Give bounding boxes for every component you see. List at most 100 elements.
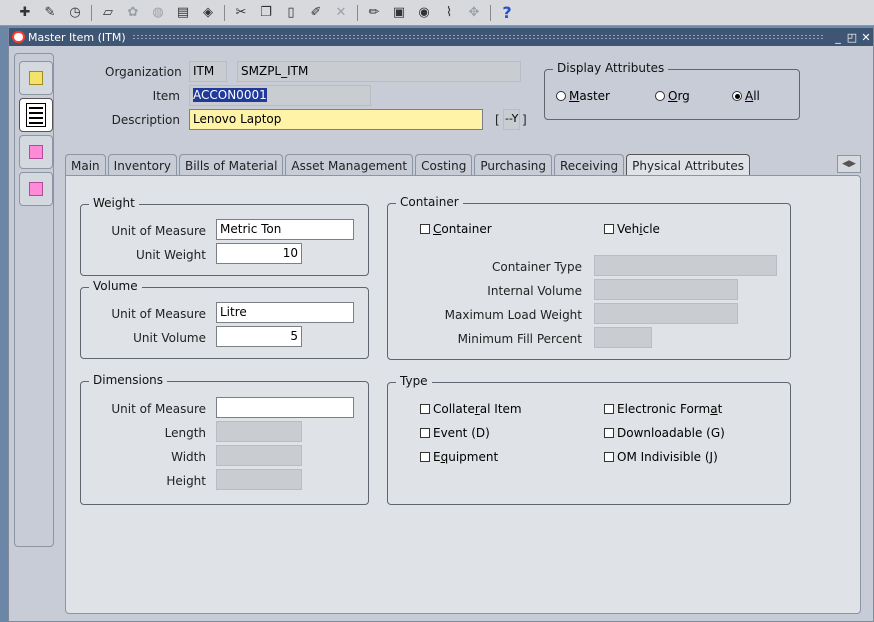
translations-icon[interactable]: ◉ (413, 3, 435, 23)
organization-name-field[interactable]: SMZPL_ITM (237, 61, 521, 82)
radio-all[interactable]: All (732, 89, 760, 103)
weight-uom-field[interactable]: Metric Ton (216, 219, 354, 240)
weight-title: Weight (89, 196, 139, 210)
electronic-format-label: t (717, 402, 723, 416)
tab-bills-of-material[interactable]: Bills of Material (178, 154, 284, 176)
item-field[interactable]: ACCON0001 (189, 85, 371, 106)
window-titlebar: Master Item (ITM) _ ◰ ✕ (9, 28, 873, 46)
next-step-icon[interactable]: ◍ (147, 3, 169, 23)
radio-org-dot (655, 91, 665, 101)
om-indivisible-checkbox[interactable]: OM Indivisible (J) (604, 450, 718, 464)
container-type-field[interactable] (594, 255, 777, 276)
find-icon[interactable]: ✎ (39, 3, 61, 23)
volume-uom-field[interactable]: Litre (216, 302, 354, 323)
description-field[interactable]: Lenovo Laptop (189, 109, 483, 130)
electronic-format-mnemonic: a (710, 402, 718, 416)
internal-volume-field[interactable] (594, 279, 738, 300)
length-field[interactable] (216, 421, 302, 442)
close-icon[interactable]: ✕ (859, 31, 873, 44)
dimensions-title: Dimensions (89, 373, 168, 387)
container-checkbox-label: ontainer (441, 222, 492, 236)
weight-uom-label: Unit of Measure (111, 224, 206, 238)
event-label: Event (D) (433, 426, 490, 440)
cut-icon[interactable]: ✂ (230, 3, 252, 23)
weight-group: Weight Unit of Measure Metric Ton Unit W… (80, 196, 369, 276)
vtab-attributes[interactable] (19, 98, 53, 132)
event-checkbox[interactable]: Event (D) (420, 426, 490, 440)
oracle-logo-icon (12, 31, 25, 43)
min-fill-percent-label: Minimum Fill Percent (457, 332, 582, 346)
paste-icon[interactable]: ▯ (280, 3, 302, 23)
delete-icon[interactable]: ✕ (330, 3, 352, 23)
zoom-icon[interactable]: ▣ (388, 3, 410, 23)
radio-all-mnemonic: A (745, 89, 754, 103)
electronic-format-checkbox[interactable]: Electronic Form a t (604, 402, 722, 416)
display-attributes-title: Display Attributes (553, 61, 669, 75)
width-label: Width (171, 450, 206, 464)
folder-icon[interactable]: ▱ (97, 3, 119, 23)
om-indivisible-label: OM Indivisible (J) (617, 450, 718, 464)
downloadable-checkbox[interactable]: Downloadable (G) (604, 426, 725, 440)
om-indivisible-box (604, 452, 614, 462)
folder-cube-icon (29, 71, 43, 85)
vehicle-checkbox-label: cle (642, 222, 660, 236)
radio-org-label: rg (677, 89, 690, 103)
vtab-organizations[interactable] (19, 61, 53, 95)
max-load-weight-field[interactable] (594, 303, 738, 324)
toolbar-separator (224, 4, 225, 21)
unit-weight-field[interactable]: 10 (216, 243, 302, 264)
organization-code-field[interactable]: ITM (189, 61, 227, 82)
titlebar-grip (131, 34, 825, 40)
copy-icon[interactable]: ❐ (255, 3, 277, 23)
collateral-item-checkbox[interactable]: Collate r al Item (420, 402, 522, 416)
folder-tools-icon[interactable]: ✥ (463, 3, 485, 23)
help-icon[interactable]: ? (496, 3, 518, 23)
edit-field-icon[interactable]: ✏ (363, 3, 385, 23)
container-checkbox[interactable]: Container (420, 222, 492, 236)
event-box (420, 428, 430, 438)
clear-record-icon[interactable]: ✐ (305, 3, 327, 23)
item-list-icon (29, 182, 43, 196)
navigator-icon[interactable]: ◷ (64, 3, 86, 23)
tab-main[interactable]: Main (65, 154, 106, 176)
downloadable-box (604, 428, 614, 438)
tab-strip: Main Inventory Bills of Material Asset M… (65, 154, 752, 176)
width-field[interactable] (216, 445, 302, 466)
vtab-item-list[interactable] (19, 172, 53, 206)
save-icon[interactable]: ✿ (122, 3, 144, 23)
equipment-checkbox[interactable]: Eq uipment (420, 450, 498, 464)
print-icon[interactable]: ▤ (172, 3, 194, 23)
tab-receiving[interactable]: Receiving (554, 154, 625, 176)
tab-physical-attributes[interactable]: Physical Attributes (626, 154, 751, 176)
new-icon[interactable]: ✚ (14, 3, 36, 23)
unit-weight-label: Unit Weight (135, 248, 206, 262)
tab-scroll-arrows[interactable]: ◀▶ (837, 155, 861, 173)
radio-master[interactable]: Master (556, 89, 610, 103)
radio-master-label: aster (579, 89, 610, 103)
min-fill-percent-field[interactable] (594, 327, 652, 348)
radio-all-label: ll (753, 89, 760, 103)
tab-asset-management[interactable]: Asset Management (285, 154, 414, 176)
vehicle-checkbox-pre: Veh (617, 222, 640, 236)
tab-inventory[interactable]: Inventory (107, 154, 177, 176)
unit-volume-field[interactable]: 5 (216, 326, 302, 347)
type-title: Type (396, 374, 432, 388)
vehicle-checkbox[interactable]: Veh i cle (604, 222, 660, 236)
equipment-box (420, 452, 430, 462)
attachments-icon[interactable]: ⌇ (438, 3, 460, 23)
vtab-categories[interactable] (19, 135, 53, 169)
tab-costing[interactable]: Costing (415, 154, 473, 176)
minimize-icon[interactable]: _ (831, 31, 845, 44)
restore-icon[interactable]: ◰ (845, 31, 859, 44)
descriptive-flexfield[interactable]: --Y (503, 109, 520, 130)
height-field[interactable] (216, 469, 302, 490)
unit-volume-label: Unit Volume (133, 331, 206, 345)
master-item-window: Master Item (ITM) _ ◰ ✕ Organization ITM… (8, 27, 874, 622)
document-lines-icon (26, 103, 46, 127)
tab-purchasing[interactable]: Purchasing (474, 154, 552, 176)
description-label: Description (111, 113, 180, 127)
radio-org[interactable]: Org (655, 89, 690, 103)
close-form-icon[interactable]: ◈ (197, 3, 219, 23)
container-type-label: Container Type (491, 260, 582, 274)
dimensions-uom-field[interactable] (216, 397, 354, 418)
